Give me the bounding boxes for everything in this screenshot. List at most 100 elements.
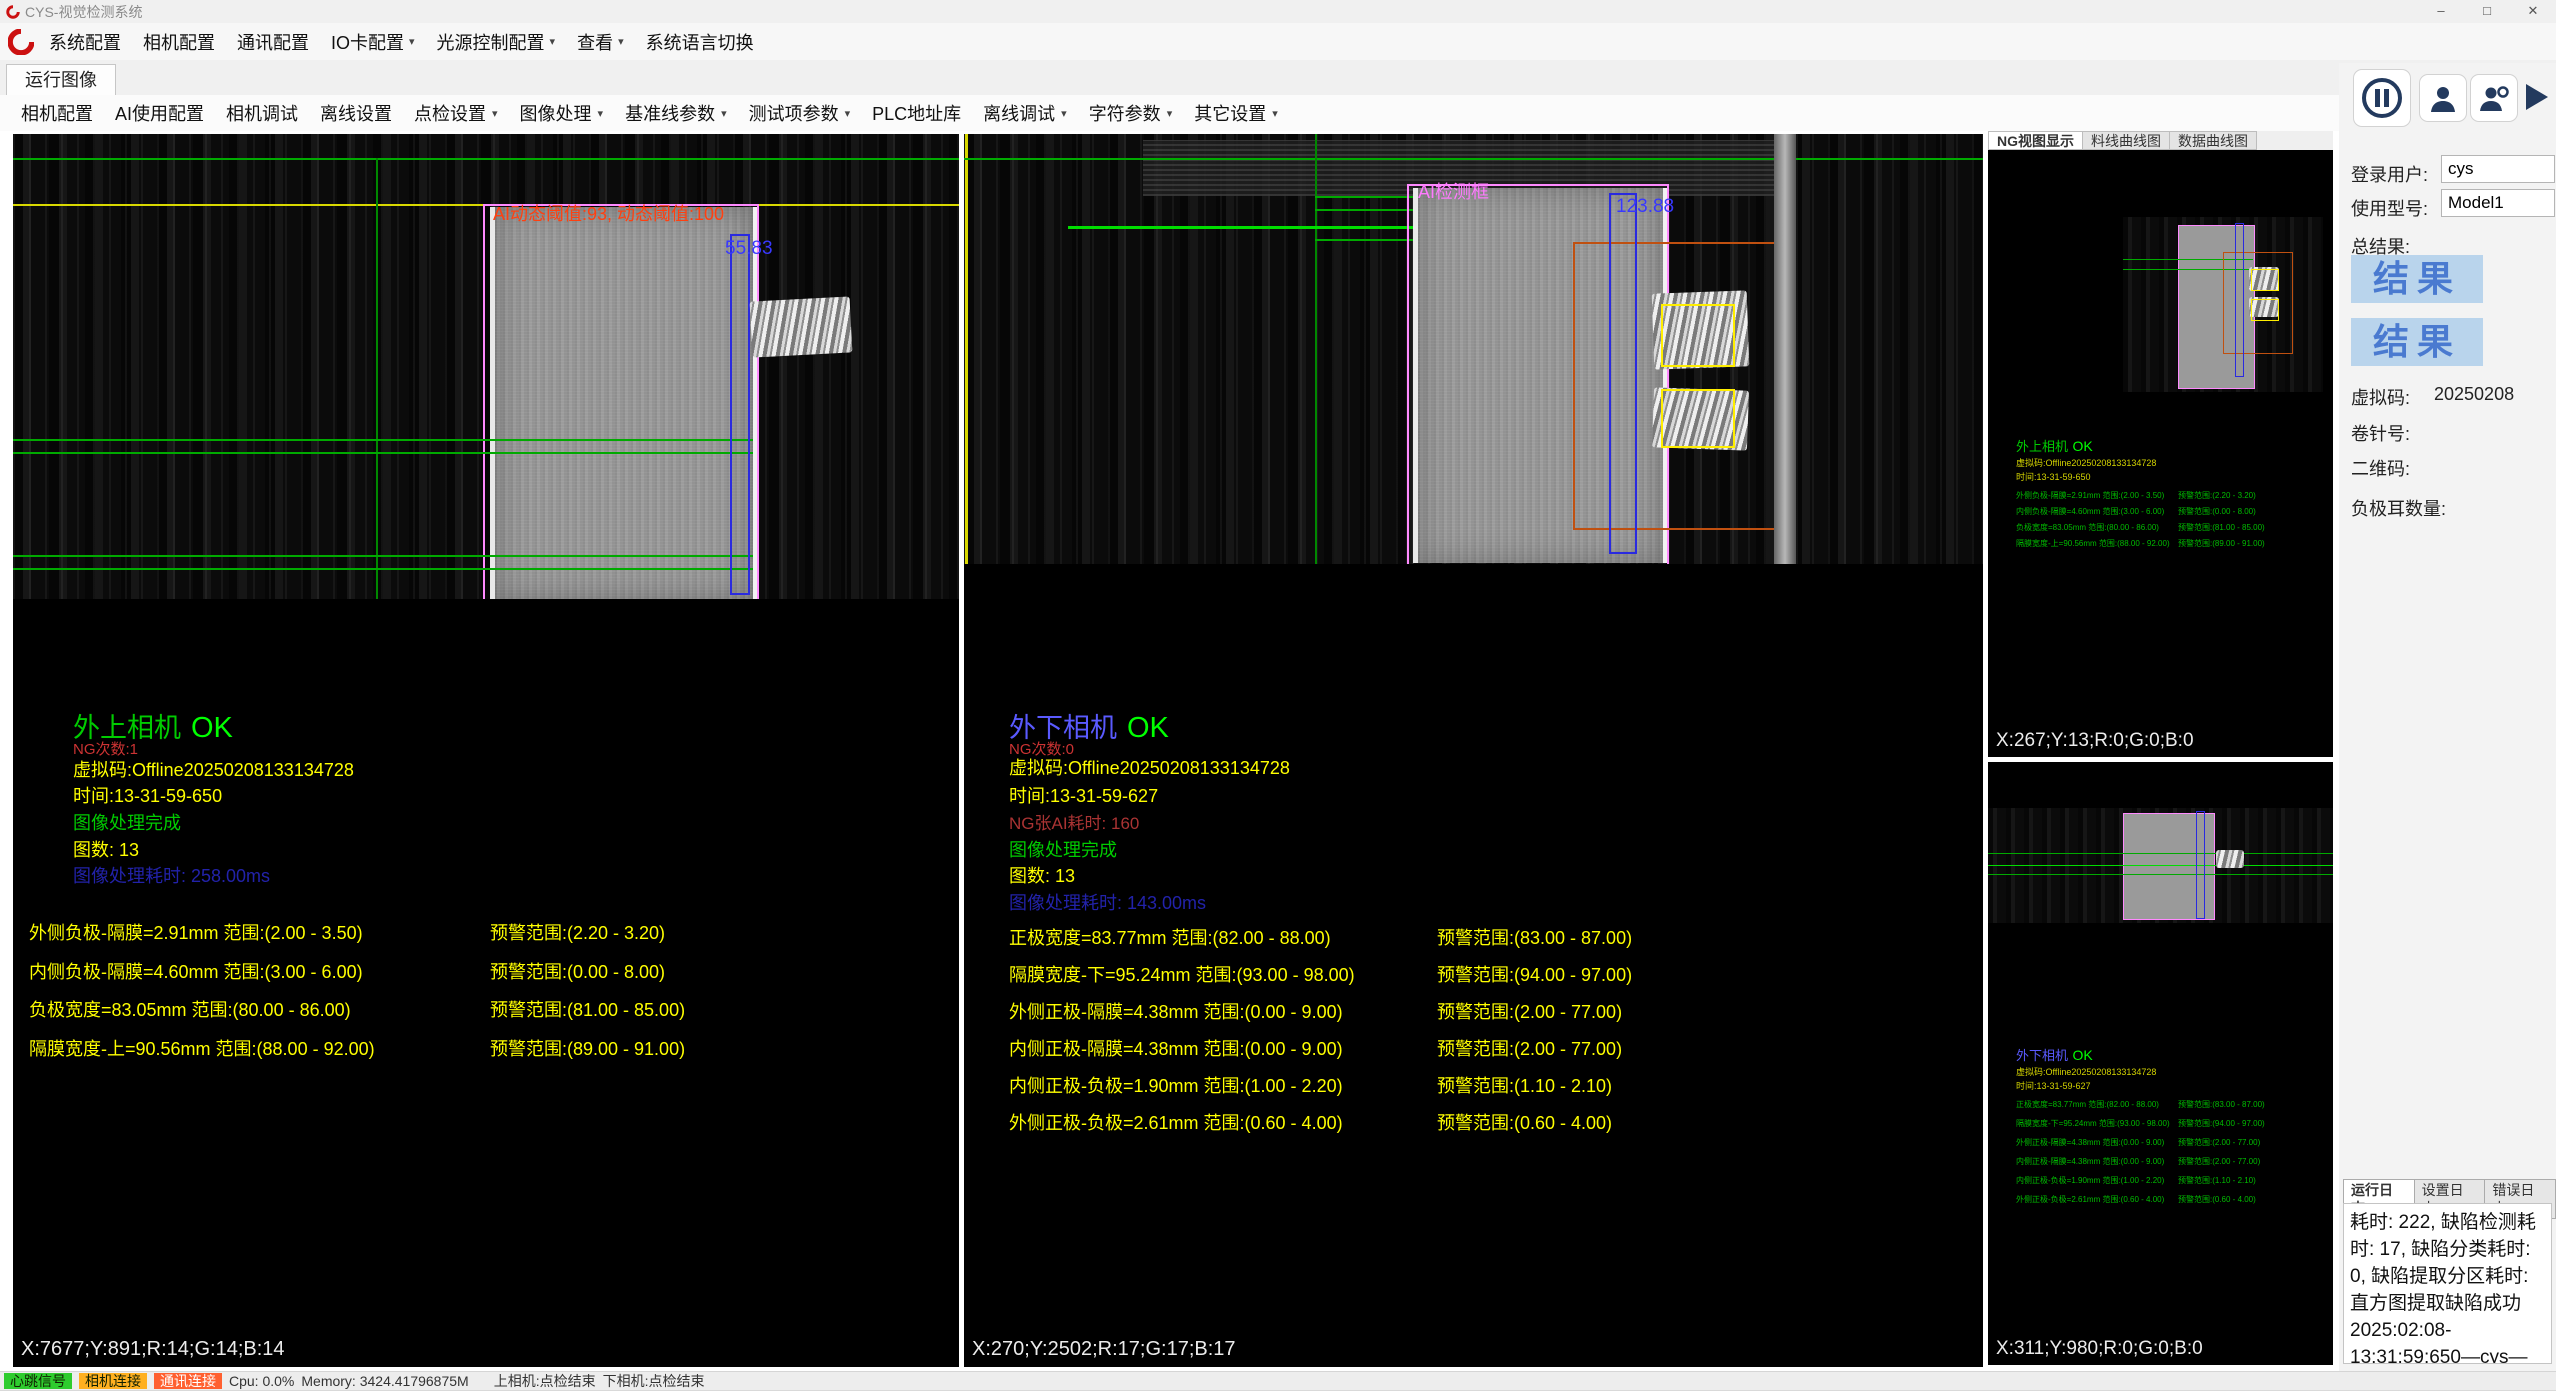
time-label: 时间:13-31-59-627 [1009, 782, 1158, 808]
login-user-input[interactable] [2441, 155, 2555, 183]
green-guide-line [13, 439, 753, 441]
tool-baseline-params[interactable]: 基准线参数▾ [614, 96, 738, 130]
green-guide-line [13, 452, 753, 454]
menu-item-language-switch[interactable]: 系统语言切换 [635, 24, 765, 60]
camera-title: 外下相机 OK [2016, 1045, 2093, 1065]
measurement-warn: 预警范围:(1.10 - 2.10) [2178, 1175, 2256, 1186]
process-done-label: 图像处理完成 [1009, 836, 1117, 862]
green-guide-line [13, 158, 959, 160]
measurement-warn: 预警范围:(89.00 - 91.00) [2178, 538, 2265, 549]
tool-image-processing[interactable]: 图像处理▾ [509, 96, 615, 130]
tool-camera-debug[interactable]: 相机调试 [215, 96, 309, 130]
chevron-down-icon: ▾ [1061, 107, 1067, 120]
tab-ng-view[interactable]: NG视图显示 [1988, 131, 2083, 150]
result-display-1: 结果 [2351, 255, 2483, 303]
tool-offline-debug[interactable]: 离线调试▾ [972, 96, 1078, 130]
time-label: 时间:13-31-59-650 [2016, 470, 2091, 483]
tab-run-image[interactable]: 运行图像 [6, 64, 116, 95]
user-login-button[interactable] [2419, 74, 2467, 122]
menu-item-view[interactable]: 查看▾ [566, 24, 635, 60]
ng-thumbnail-2[interactable]: 外下相机 OK 虚拟码:Offline20250208133134728 时间:… [1988, 762, 2333, 1365]
user-gear-icon [2478, 82, 2510, 114]
chevron-down-icon: ▾ [1167, 107, 1173, 120]
ng-yellow-box [1661, 304, 1735, 367]
roi-magenta-box [483, 204, 759, 599]
green-guide-line [13, 555, 753, 557]
ai-time-label: NG张AI耗时: 160 [1009, 809, 1139, 834]
camera-title: 外上相机 OK [2016, 436, 2093, 456]
tool-other-settings[interactable]: 其它设置▾ [1183, 96, 1289, 130]
left-camera-panel: AI动态阈值:93, 动态阈值:100 55.83 外上相机OK NG次数:1 … [13, 134, 959, 1367]
measurement-warn: 预警范围:(94.00 - 97.00) [1437, 961, 1632, 987]
measurement-text: 负极宽度=83.05mm 范围:(80.00 - 86.00) [2016, 522, 2159, 533]
close-button[interactable]: ✕ [2510, 0, 2556, 23]
measurement-text: 内侧负极-隔膜=4.60mm 范围:(3.00 - 6.00) [29, 958, 363, 984]
measurement-warn: 预警范围:(2.00 - 77.00) [2178, 1137, 2260, 1148]
tab-material-curve[interactable]: 料线曲线图 [2083, 131, 2170, 150]
roi-blue-box [2196, 811, 2205, 919]
width-value-label: 55.83 [725, 238, 773, 260]
titlebar: CYS-视觉检测系统 [0, 0, 2556, 23]
tool-camera-config[interactable]: 相机配置 [10, 96, 104, 130]
measurement-text: 外侧负极-隔膜=2.91mm 范围:(2.00 - 3.50) [29, 919, 363, 945]
maximize-button[interactable]: □ [2464, 0, 2510, 23]
tool-spot-check[interactable]: 点检设置▾ [403, 96, 509, 130]
measurement-warn: 预警范围:(81.00 - 85.00) [2178, 522, 2265, 533]
camera-connection-badge: 相机连接 [79, 1373, 147, 1389]
cpu-usage: Cpu: 0.0% [229, 1373, 294, 1389]
measurement-text: 隔膜宽度-上=90.56mm 范围:(88.00 - 92.00) [2016, 538, 2170, 549]
time-label: 时间:13-31-59-627 [2016, 1079, 2091, 1092]
pause-icon [2360, 76, 2404, 120]
ng-thumbnail-2-image [1988, 808, 2333, 923]
right-camera-image[interactable]: AI检测框 123.88 [964, 134, 1983, 564]
menu-item-system-config[interactable]: 系统配置 [38, 24, 132, 60]
info-panel: 登录用户: 使用型号: 总结果: 结果 结果 虚拟码: 20250208 卷针号… [2339, 63, 2556, 1372]
tool-ai-use-config[interactable]: AI使用配置 [104, 96, 215, 130]
elapsed-label: 图像处理耗时: 258.00ms [73, 862, 270, 888]
start-button[interactable] [2523, 76, 2556, 118]
log-text-area[interactable]: 耗时: 222, 缺陷检测耗时: 17, 缺陷分类耗时: 0, 缺陷提取分区耗时… [2343, 1203, 2552, 1364]
menu-item-light-config[interactable]: 光源控制配置▾ [426, 24, 567, 60]
tool-offline-settings[interactable]: 离线设置 [309, 96, 403, 130]
user-settings-button[interactable] [2470, 74, 2518, 122]
app-logo-icon [8, 29, 34, 55]
frame-count-label: 图数: 13 [1009, 862, 1075, 888]
menu-item-io-card-config[interactable]: IO卡配置▾ [320, 24, 426, 60]
tab-data-curve[interactable]: 数据曲线图 [2170, 131, 2257, 150]
measurement-text: 正极宽度=83.77mm 范围:(82.00 - 88.00) [1009, 924, 1331, 950]
measurement-text: 负极宽度=83.05mm 范围:(80.00 - 86.00) [29, 996, 351, 1022]
tool-test-item-params[interactable]: 测试项参数▾ [738, 96, 862, 130]
measurement-warn: 预警范围:(1.10 - 2.10) [1437, 1072, 1612, 1098]
upper-camera-status: 上相机:点检结束 [494, 1371, 596, 1391]
chevron-down-icon: ▾ [492, 107, 498, 120]
ng-thumbnail-1[interactable]: 外上相机 OK 虚拟码:Offline20250208133134728 时间:… [1988, 150, 2333, 757]
time-label: 时间:13-31-59-650 [73, 782, 222, 808]
user-icon [2427, 82, 2459, 114]
model-input[interactable] [2441, 189, 2555, 217]
window-title: CYS-视觉检测系统 [25, 2, 142, 22]
tool-char-params[interactable]: 字符参数▾ [1078, 96, 1184, 130]
menu-item-comm-config[interactable]: 通讯配置 [226, 24, 320, 60]
menu-item-camera-config[interactable]: 相机配置 [132, 24, 226, 60]
tab-foil [2216, 850, 2244, 868]
measurement-text: 外侧正极-隔膜=4.38mm 范围:(0.00 - 9.00) [2016, 1137, 2164, 1148]
machine-edge [1774, 134, 1796, 564]
pin-number-label: 卷针号: [2351, 420, 2410, 446]
toolbar: 相机配置 AI使用配置 相机调试 离线设置 点检设置▾ 图像处理▾ 基准线参数▾… [0, 95, 2556, 132]
chevron-down-icon: ▾ [598, 107, 604, 120]
measurement-text: 外侧负极-隔膜=2.91mm 范围:(2.00 - 3.50) [2016, 490, 2164, 501]
roi-orange-box [1573, 242, 1784, 530]
pause-button[interactable] [2353, 69, 2411, 127]
measurement-warn: 预警范围:(0.60 - 4.00) [1437, 1109, 1612, 1135]
measurement-warn: 预警范围:(0.00 - 8.00) [2178, 506, 2256, 517]
minimize-button[interactable]: – [2418, 0, 2464, 23]
ai-box-label: AI检测框 [1418, 178, 1489, 204]
tool-plc-address[interactable]: PLC地址库 [861, 96, 972, 130]
measurement-warn: 预警范围:(81.00 - 85.00) [490, 996, 685, 1022]
camera-name: 外上相机 [2016, 439, 2068, 454]
menubar: 系统配置 相机配置 通讯配置 IO卡配置▾ 光源控制配置▾ 查看▾ 系统语言切换 [0, 23, 2556, 61]
green-guide-line [1988, 865, 2333, 866]
left-camera-image[interactable]: AI动态阈值:93, 动态阈值:100 55.83 [13, 134, 959, 599]
chevron-down-icon: ▾ [721, 107, 727, 120]
chevron-down-icon: ▾ [550, 35, 556, 48]
